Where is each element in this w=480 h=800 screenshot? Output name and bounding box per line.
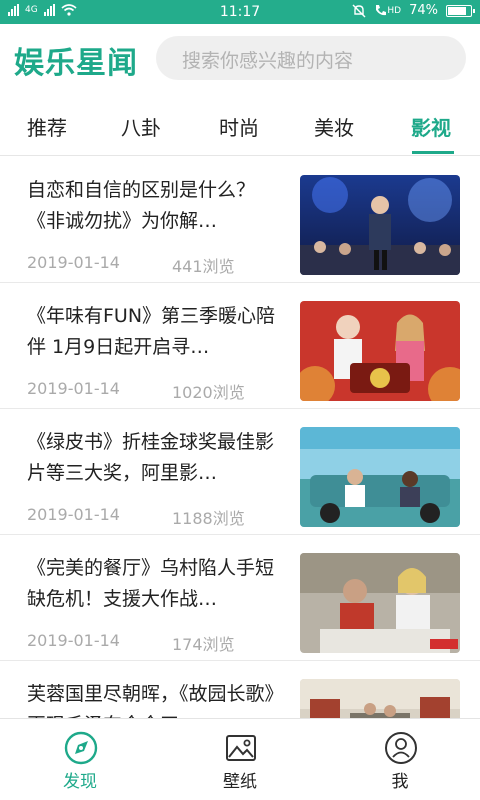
tab-recommend[interactable]: 推荐 bbox=[27, 112, 67, 141]
news-date: 2019-01-14 bbox=[27, 253, 120, 272]
news-views: 1020浏览 bbox=[172, 383, 245, 402]
news-item[interactable]: 《年味有FUN》第三季暖心陪伴 1月9日起开启寻… 2019-01-14 102… bbox=[0, 283, 480, 409]
battery-fill bbox=[448, 6, 466, 15]
volte-label: HD bbox=[387, 5, 402, 16]
bottom-nav: 发现 壁纸 我 bbox=[0, 718, 480, 800]
news-title: 《绿皮书》折桂金球奖最佳影片等三大奖，阿里影… bbox=[27, 431, 275, 484]
profile-icon bbox=[385, 732, 417, 764]
news-views: 174浏览 bbox=[172, 635, 235, 654]
news-title: 自恋和自信的区别是什么？《非诚勿扰》为你解… bbox=[27, 179, 256, 232]
category-tabs: 推荐 八卦 时尚 美妆 影视 bbox=[0, 92, 480, 156]
search-input[interactable]: 搜索你感兴趣的内容 bbox=[156, 36, 466, 80]
nav-wallpaper[interactable]: 壁纸 bbox=[180, 719, 300, 800]
news-date: 2019-01-14 bbox=[27, 505, 120, 524]
news-item[interactable]: 《绿皮书》折桂金球奖最佳影片等三大奖，阿里影… 2019-01-14 1188浏… bbox=[0, 409, 480, 535]
nav-discover[interactable]: 发现 bbox=[20, 719, 140, 800]
search-placeholder: 搜索你感兴趣的内容 bbox=[182, 50, 354, 72]
news-title: 《完美的餐厅》乌村陷人手短缺危机！支援大作战… bbox=[27, 557, 275, 610]
wallpaper-icon bbox=[226, 735, 256, 761]
nav-profile[interactable]: 我 bbox=[340, 719, 460, 800]
news-list: 自恋和自信的区别是什么？《非诚勿扰》为你解… 2019-01-14 441浏览 … bbox=[0, 157, 480, 718]
nav-label: 壁纸 bbox=[223, 772, 257, 792]
app-header: 娱乐星闻 搜索你感兴趣的内容 bbox=[0, 24, 480, 92]
battery-icon bbox=[446, 4, 475, 17]
discover-icon bbox=[64, 731, 98, 765]
news-date: 2019-01-14 bbox=[27, 379, 120, 398]
news-thumbnail bbox=[300, 175, 460, 275]
news-item[interactable]: 自恋和自信的区别是什么？《非诚勿扰》为你解… 2019-01-14 441浏览 bbox=[0, 157, 480, 283]
nav-label: 发现 bbox=[63, 772, 97, 792]
volte-indicator: HD bbox=[374, 4, 401, 17]
news-thumbnail bbox=[300, 427, 460, 527]
news-views: 1188浏览 bbox=[172, 509, 245, 528]
app-title: 娱乐星闻 bbox=[14, 46, 138, 81]
news-thumbnail bbox=[300, 679, 460, 718]
active-tab-indicator bbox=[412, 151, 454, 154]
status-right: HD 74% bbox=[352, 3, 475, 18]
news-item[interactable]: 《完美的餐厅》乌村陷人手短缺危机！支援大作战… 2019-01-14 174浏览 bbox=[0, 535, 480, 661]
mute-bell-icon bbox=[352, 4, 366, 17]
news-date: 2019-01-14 bbox=[27, 631, 120, 650]
tab-fashion[interactable]: 时尚 bbox=[219, 112, 259, 141]
news-title: 《年味有FUN》第三季暖心陪伴 1月9日起开启寻… bbox=[27, 305, 276, 358]
tab-beauty[interactable]: 美妆 bbox=[314, 112, 354, 141]
news-thumbnail bbox=[300, 301, 460, 401]
news-title: 芙蓉国里尽朝晖，《故园长歌》再现毛泽东今今天… bbox=[27, 683, 275, 718]
nav-label: 我 bbox=[391, 772, 409, 792]
news-views: 441浏览 bbox=[172, 257, 235, 276]
battery-percent: 74% bbox=[409, 3, 438, 18]
status-bar: 4G 11:17 HD 74% bbox=[0, 0, 480, 24]
phone-icon bbox=[376, 5, 387, 16]
news-item[interactable]: 芙蓉国里尽朝晖，《故园长歌》再现毛泽东今今天… bbox=[0, 661, 480, 718]
news-thumbnail bbox=[300, 553, 460, 653]
tab-gossip[interactable]: 八卦 bbox=[121, 112, 161, 141]
tab-film[interactable]: 影视 bbox=[411, 112, 451, 141]
